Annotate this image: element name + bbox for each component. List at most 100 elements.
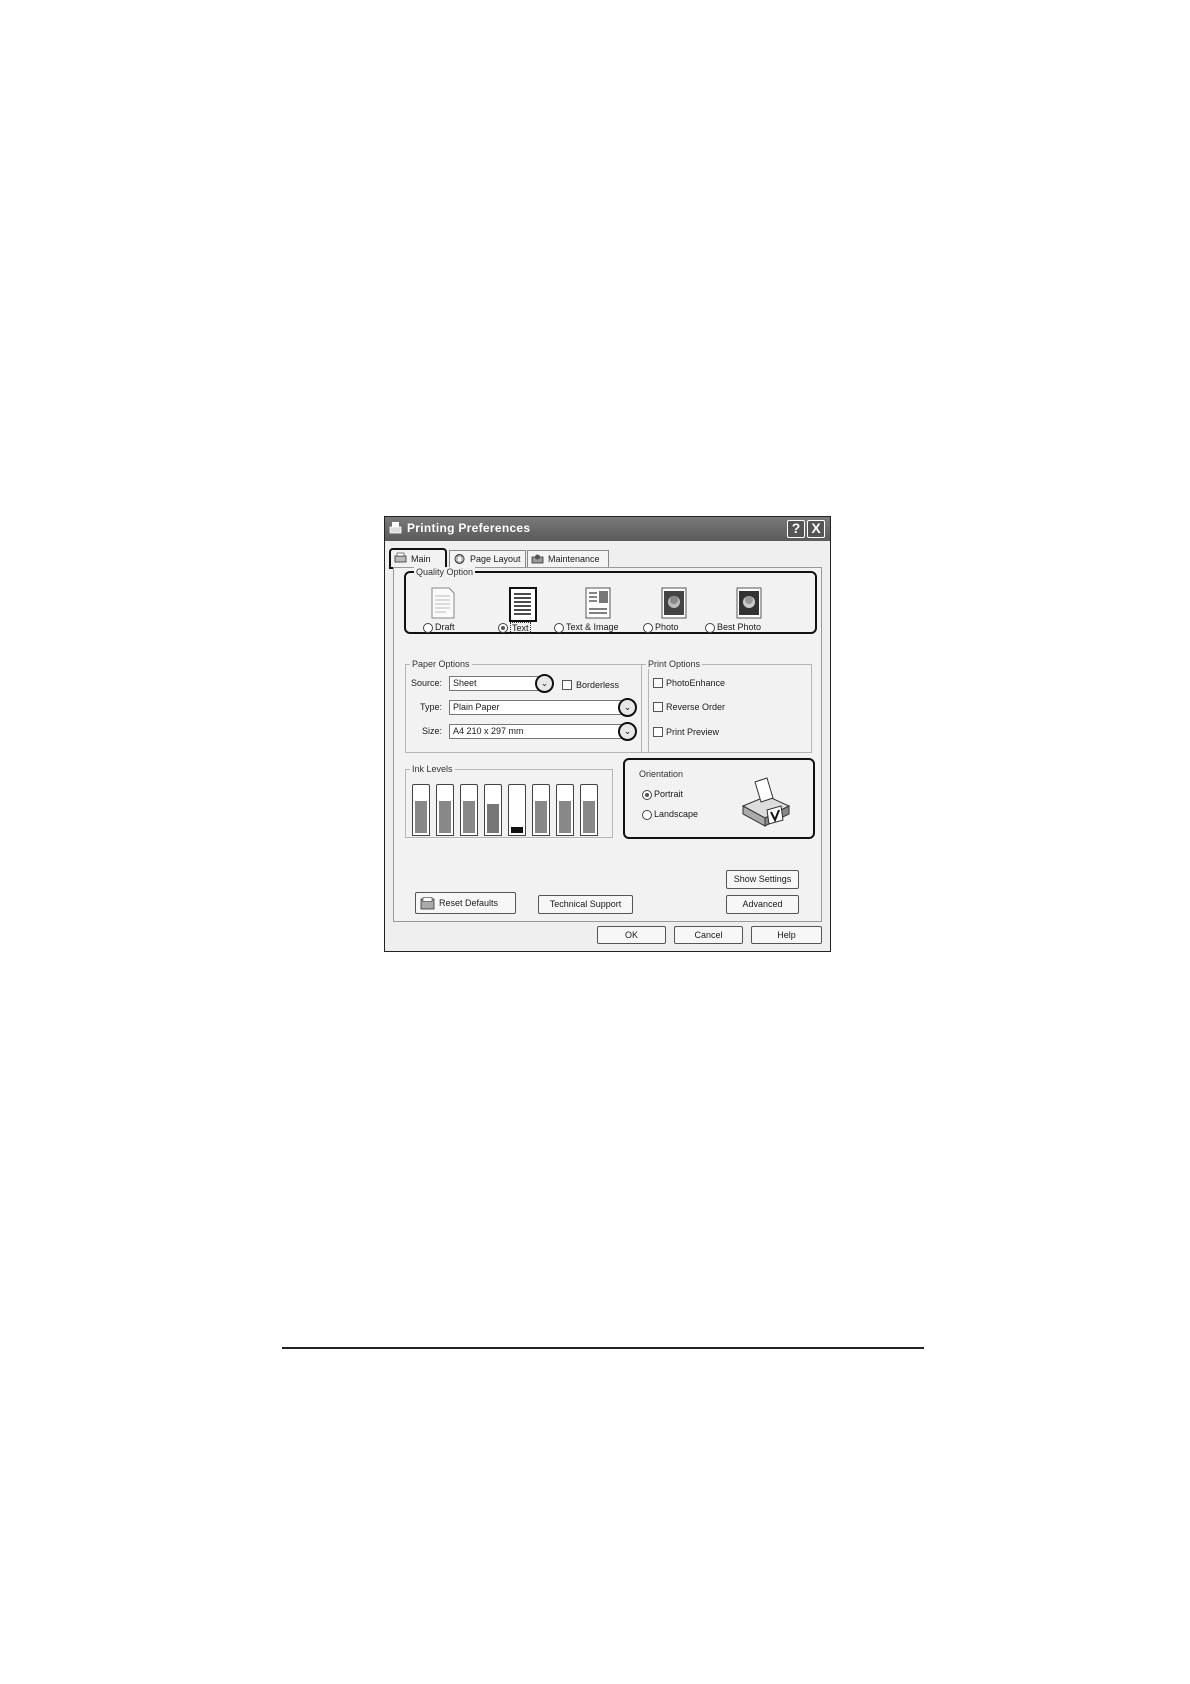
ink-cartridge [412, 784, 430, 836]
photo-radio[interactable] [643, 623, 653, 633]
paper-options-label: Paper Options [410, 659, 472, 669]
cancel-button[interactable]: Cancel [674, 926, 743, 944]
draft-label: Draft [435, 622, 455, 632]
ink-cartridge-cap [436, 784, 454, 789]
type-value: Plain Paper [453, 702, 500, 712]
photo-icon [661, 587, 687, 619]
borderless-checkbox[interactable] [562, 680, 572, 690]
landscape-radio[interactable] [642, 810, 652, 820]
tab-page-layout[interactable]: Page Layout [449, 550, 526, 568]
orientation-label: Orientation [639, 769, 684, 779]
size-value: A4 210 x 297 mm [453, 726, 524, 736]
reset-icon [420, 897, 435, 910]
ink-cartridge-cap [508, 784, 526, 789]
tab-main[interactable]: Main [389, 548, 447, 569]
tab-maintenance[interactable]: Maintenance [527, 550, 609, 568]
ink-levels-group: Ink Levels [405, 764, 613, 838]
photoenhance-label: PhotoEnhance [666, 678, 726, 688]
reverse-order-checkbox[interactable] [653, 702, 663, 712]
paper-options-group: Paper Options Source: Sheet ⌄ Borderless… [405, 659, 649, 753]
tab-main-label: Main [411, 554, 431, 564]
portrait-label: Portrait [654, 789, 684, 799]
text-image-radio[interactable] [554, 623, 564, 633]
ink-cartridge [532, 784, 550, 836]
landscape-label: Landscape [654, 809, 699, 819]
print-preview-checkbox[interactable] [653, 727, 663, 737]
reset-defaults-label: Reset Defaults [439, 898, 499, 908]
print-preview-label: Print Preview [666, 727, 720, 737]
advanced-button[interactable]: Advanced [726, 895, 799, 914]
ink-level-fill [463, 801, 475, 833]
ink-cartridge [580, 784, 598, 836]
borderless-label: Borderless [576, 680, 620, 690]
page-footer-rule [282, 1347, 924, 1349]
type-dropdown-button[interactable]: ⌄ [618, 698, 637, 717]
printer-icon [389, 522, 402, 534]
title-bar: Printing Preferences ? X [385, 517, 830, 541]
help-title-button[interactable]: ? [787, 520, 805, 538]
type-select[interactable]: Plain Paper [449, 700, 622, 715]
help-button[interactable]: Help [751, 926, 822, 944]
best-photo-label: Best Photo [717, 622, 762, 632]
source-value: Sheet [453, 678, 477, 688]
ink-cartridge [460, 784, 478, 836]
type-label: Type: [420, 702, 443, 712]
ink-level-fill [487, 804, 499, 833]
print-options-label: Print Options [646, 659, 703, 669]
quality-option-label: Quality Option [414, 567, 476, 577]
ink-level-fill [559, 801, 571, 833]
photoenhance-checkbox[interactable] [653, 678, 663, 688]
printer-tab-icon [394, 552, 407, 563]
ink-level-fill [511, 827, 523, 833]
ink-cartridge-cap [412, 784, 430, 789]
orientation-group: Orientation Portrait Landscape [623, 758, 815, 839]
ink-cartridge [508, 784, 526, 836]
ink-cartridge [484, 784, 502, 836]
print-options-group: Print Options PhotoEnhance Reverse Order… [641, 659, 812, 753]
photo-label: Photo [655, 622, 679, 632]
ink-cartridge-cap [484, 784, 502, 789]
size-select[interactable]: A4 210 x 297 mm [449, 724, 622, 739]
printer-orientation-icon [741, 777, 791, 827]
portrait-radio[interactable] [642, 790, 652, 800]
text-image-label: Text & Image [566, 622, 619, 632]
ok-button[interactable]: OK [597, 926, 666, 944]
text-label: Text [510, 622, 531, 634]
text-radio[interactable] [498, 623, 508, 633]
printing-preferences-dialog: Printing Preferences ? X Main Page Layou… [384, 516, 831, 952]
quality-option-group: Quality Option Draft Text Text & Image P… [404, 567, 817, 634]
chevron-down-icon: ⌄ [540, 678, 549, 688]
ink-level-fill [415, 801, 427, 833]
source-label: Source: [411, 678, 443, 688]
ink-cartridge-cap [556, 784, 574, 789]
tab-maintenance-label: Maintenance [548, 554, 600, 564]
window-title: Printing Preferences [407, 521, 531, 535]
ink-cartridge-cap [532, 784, 550, 789]
reset-defaults-button[interactable]: Reset Defaults [415, 892, 516, 914]
best-photo-radio[interactable] [705, 623, 715, 633]
text-image-page-icon [585, 587, 611, 619]
ink-level-fill [535, 801, 547, 833]
technical-support-button[interactable]: Technical Support [538, 895, 633, 914]
ink-level-fill [439, 801, 451, 833]
size-label: Size: [422, 726, 443, 736]
size-dropdown-button[interactable]: ⌄ [618, 722, 637, 741]
source-dropdown-button[interactable]: ⌄ [535, 674, 554, 693]
ink-cartridge [436, 784, 454, 836]
ink-cartridge-cap [460, 784, 478, 789]
draft-radio[interactable] [423, 623, 433, 633]
maintenance-tab-icon [531, 554, 544, 564]
ink-level-fill [583, 801, 595, 833]
chevron-down-icon: ⌄ [623, 702, 632, 712]
source-select[interactable]: Sheet [449, 676, 541, 691]
text-page-icon [509, 587, 537, 622]
reverse-order-label: Reverse Order [666, 702, 726, 712]
close-title-button[interactable]: X [807, 520, 825, 538]
show-settings-button[interactable]: Show Settings [726, 870, 799, 889]
chevron-down-icon: ⌄ [623, 726, 632, 736]
page-layout-tab-icon [454, 554, 465, 564]
ink-cartridge-row [412, 784, 608, 836]
draft-page-icon [431, 587, 455, 619]
main-panel: Quality Option Draft Text Text & Image P… [393, 567, 822, 922]
best-photo-icon [736, 587, 762, 619]
